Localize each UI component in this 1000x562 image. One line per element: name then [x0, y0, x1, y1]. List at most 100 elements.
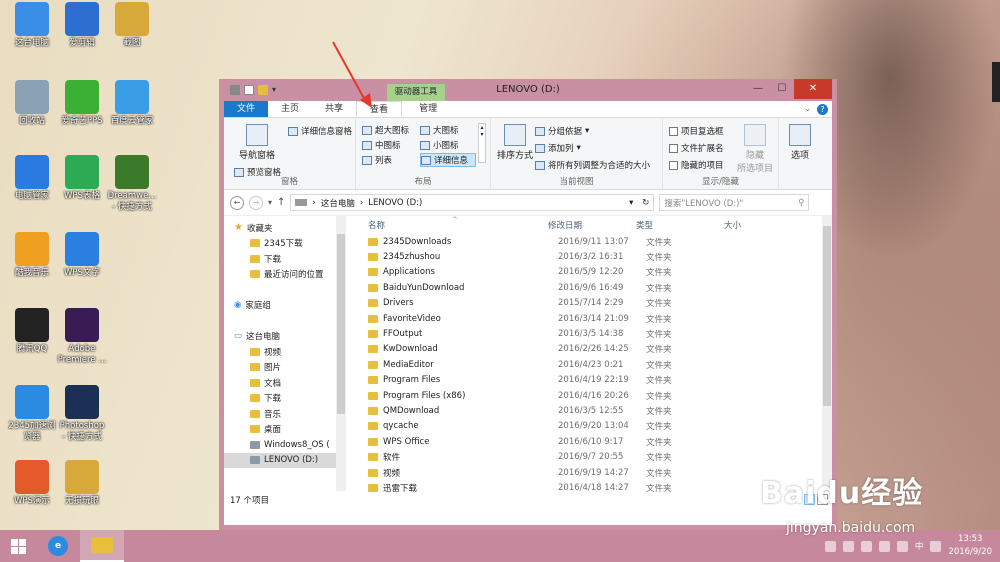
help-icon[interactable]: ?	[817, 104, 828, 115]
nav-item[interactable]: 2345下载	[224, 236, 346, 252]
file-row[interactable]: BaiduYunDownload 2016/9/6 16:49 文件夹	[362, 280, 842, 295]
file-row[interactable]: QMDownload 2016/3/5 12:55 文件夹	[362, 403, 842, 418]
start-button[interactable]	[0, 530, 36, 562]
fit-columns-button[interactable]: 将所有列调整为合适的大小	[535, 158, 650, 172]
title-bar[interactable]: ▾ 驱动器工具 LENOVO (D:) — ☐ ✕	[224, 79, 832, 101]
desktop-icon-item[interactable]: 无损玩眼	[52, 460, 112, 507]
hide-selected-label-2: 所选项目	[736, 164, 773, 174]
file-row[interactable]: 2345zhushou 2016/3/2 16:31 文件夹	[362, 249, 842, 264]
tray-app-icon[interactable]	[842, 540, 854, 552]
nav-item[interactable]: 图片	[224, 360, 346, 376]
group-by-button[interactable]: 分组依据 ▾	[535, 124, 589, 138]
keyboard-icon[interactable]	[930, 540, 942, 552]
options-button[interactable]: 选项	[785, 124, 815, 161]
side-widget[interactable]	[992, 62, 1000, 102]
sort-by-button[interactable]: 排序方式	[495, 124, 535, 161]
file-row[interactable]: FFOutput 2016/3/5 14:38 文件夹	[362, 326, 842, 341]
tab-file[interactable]: 文件	[224, 101, 269, 117]
nav-item[interactable]: 文档	[224, 375, 346, 391]
file-row[interactable]: KwDownload 2016/2/26 14:25 文件夹	[362, 342, 842, 357]
close-button[interactable]: ✕	[794, 79, 832, 99]
column-type[interactable]: 类型	[636, 219, 653, 231]
file-scrollbar[interactable]	[822, 216, 832, 491]
battery-icon[interactable]	[860, 540, 872, 552]
refresh-icon[interactable]: ↻	[642, 198, 649, 208]
file-row[interactable]: qycache 2016/9/20 13:04 文件夹	[362, 419, 842, 434]
layout-scroll[interactable]: ▴ ▾	[478, 123, 486, 163]
desktop-icon-item[interactable]: Dreamwe... - 快捷方式	[102, 155, 162, 213]
layout-list[interactable]: 列表	[362, 153, 418, 167]
file-row[interactable]: WPS Office 2016/6/10 9:17 文件夹	[362, 434, 842, 449]
address-input[interactable]: › 这台电脑 › LENOVO (D:) ▾ ↻	[290, 194, 655, 211]
recent-locations-icon[interactable]: ▾	[268, 198, 272, 207]
nav-scroll-thumb[interactable]	[337, 234, 345, 414]
desktop-icon-item[interactable]: Photoshop - 快捷方式	[52, 385, 112, 443]
taskbar-ie-button[interactable]: e	[36, 530, 80, 562]
file-row[interactable]: Program Files (x86) 2016/4/16 20:26 文件夹	[362, 388, 842, 403]
breadcrumb-drive[interactable]: LENOVO (D:)	[368, 198, 422, 208]
layout-details[interactable]: 详细信息	[420, 153, 476, 167]
column-size[interactable]: 大小	[724, 219, 741, 231]
file-name-cell: BaiduYunDownload	[368, 283, 464, 293]
file-row[interactable]: MediaEditor 2016/4/23 0:21 文件夹	[362, 357, 842, 372]
file-name: BaiduYunDownload	[383, 282, 465, 293]
nav-item[interactable]: 音乐	[224, 406, 346, 422]
layout-medium-icons[interactable]: 中图标	[362, 138, 418, 152]
address-dropdown-icon[interactable]: ▾	[629, 198, 633, 208]
back-button[interactable]: ←	[230, 195, 244, 210]
desktop-icon-item[interactable]: 百度云管家	[102, 80, 162, 127]
file-row[interactable]: Drivers 2015/7/14 2:29 文件夹	[362, 296, 842, 311]
network-icon[interactable]	[878, 540, 890, 552]
forward-button[interactable]: →	[249, 195, 263, 210]
layout-extra-large-icons[interactable]: 超大图标	[362, 123, 418, 137]
nav-item[interactable]: 最近访问的位置	[224, 267, 346, 283]
volume-icon[interactable]	[896, 540, 908, 552]
nav-pane-button[interactable]: 导航窗格	[232, 124, 282, 161]
maximize-button[interactable]: ☐	[770, 79, 794, 99]
hide-selected-button[interactable]: 隐藏 所选项目	[735, 124, 775, 174]
layout-large-icons[interactable]: 大图标	[420, 123, 476, 137]
expand-ribbon-icon[interactable]: ⌄	[804, 104, 811, 115]
ime-indicator[interactable]: 中	[915, 540, 924, 552]
add-column-button[interactable]: 添加列 ▾	[535, 141, 581, 155]
search-input[interactable]: 搜索"LENOVO (D:)" ⚲	[659, 194, 810, 211]
hidden-items-toggle[interactable]: 隐藏的项目	[669, 158, 724, 172]
favorites-star-icon: ★	[234, 222, 243, 234]
file-row[interactable]: FavoriteVideo 2016/3/14 21:09 文件夹	[362, 311, 842, 326]
nav-item[interactable]: Windows8_OS (	[224, 437, 346, 453]
nav-item[interactable]: ▭ 这台电脑	[224, 329, 346, 345]
item-checkboxes-toggle[interactable]: 项目复选框	[669, 124, 724, 138]
column-date[interactable]: 修改日期	[548, 219, 582, 231]
taskbar-explorer-button[interactable]	[80, 530, 124, 562]
nav-item[interactable]: 视频	[224, 344, 346, 360]
minimize-button[interactable]: —	[746, 79, 770, 99]
tray-arrow-icon[interactable]	[824, 540, 836, 552]
folder-icon	[115, 2, 149, 36]
breadcrumb-this-pc[interactable]: 这台电脑	[321, 197, 355, 209]
clock[interactable]: 13:53 2016/9/20	[948, 533, 992, 559]
nav-item[interactable]: 下载	[224, 251, 346, 267]
desktop-icon-item[interactable]: 截图	[102, 2, 162, 49]
file-row[interactable]: 软件 2016/9/7 20:55 文件夹	[362, 449, 842, 464]
file-scroll-thumb[interactable]	[823, 226, 831, 406]
file-row[interactable]: Program Files 2016/4/19 22:19 文件夹	[362, 373, 842, 388]
desktop-icon-item[interactable]: Adobe Premiere ...	[52, 308, 112, 366]
nav-item[interactable]: ★ 收藏夹	[224, 220, 346, 236]
file-name-cell: 软件	[368, 451, 400, 463]
details-pane-button[interactable]: 详细信息窗格	[288, 124, 352, 138]
tab-home[interactable]: 主页	[268, 101, 312, 117]
nav-item[interactable]: 桌面	[224, 422, 346, 438]
nav-scrollbar[interactable]	[336, 216, 346, 491]
layout-small-icons[interactable]: 小图标	[420, 138, 476, 152]
nav-item[interactable]: 下载	[224, 391, 346, 407]
nav-item-label: 文档	[264, 378, 282, 389]
file-row[interactable]: 2345Downloads 2016/9/11 13:07 文件夹	[362, 234, 842, 249]
file-row[interactable]: Applications 2016/5/9 12:20 文件夹	[362, 265, 842, 280]
column-name[interactable]: 名称	[368, 219, 385, 231]
tab-manage[interactable]: 管理	[406, 101, 450, 117]
nav-item[interactable]: LENOVO (D:)	[224, 452, 346, 468]
desktop-icon-item[interactable]: WPS文字	[52, 232, 112, 279]
file-extensions-toggle[interactable]: 文件扩展名	[669, 141, 724, 155]
nav-item[interactable]: ◉ 家庭组	[224, 298, 346, 314]
up-button[interactable]: ↑	[277, 197, 285, 208]
